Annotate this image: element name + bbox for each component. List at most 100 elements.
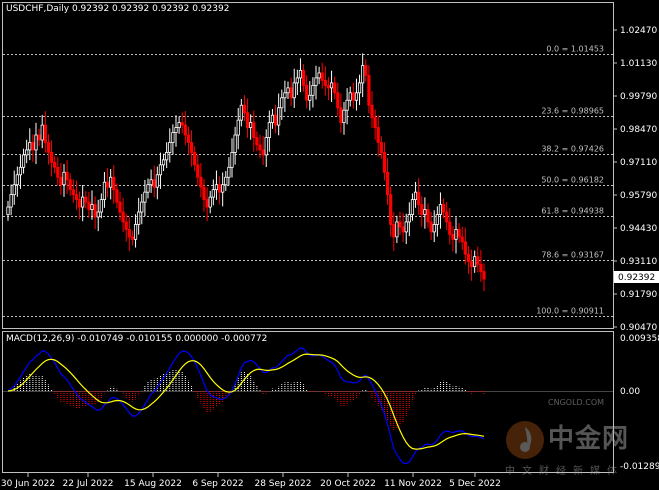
candle-body [6,206,10,215]
candle-body [438,204,443,215]
candle-body [432,224,436,233]
candle-body [404,221,408,233]
symbol-label: USDCHF,Daily [6,4,70,14]
candle-body [445,211,449,223]
candle-body [236,119,240,136]
candle-body [202,186,206,201]
candle-body [420,204,424,215]
candle-body [65,171,69,181]
fib-label: 78.6 = 0.93167 [541,251,604,260]
candle-body [127,229,131,238]
candle-body [12,184,16,196]
price-tick-label: 0.90470 [620,323,657,333]
candle-body [336,92,340,109]
candle-body [329,82,334,89]
candle-body [370,104,374,119]
candle-body [34,134,38,151]
candle-body [121,211,125,223]
candle-body [417,191,421,205]
candle-body [320,72,324,81]
candle-body [401,226,405,233]
candle-body [130,236,135,240]
candle-body [40,124,44,141]
fib-label: 61.8 = 0.94938 [541,207,604,216]
date-tick-label: 30 Jun 2022 [1,479,55,489]
macd-header: MACD(12,26,9) -0.010749 -0.010155 0.0000… [6,334,268,344]
candle-body [435,214,439,225]
candle-body [137,211,141,225]
candle-body [77,199,82,208]
candle-body [448,221,452,235]
candle-body [183,124,187,136]
fib-label: 100.0 = 0.90911 [536,307,604,316]
candle-body [31,142,35,151]
ohlc-values: 0.92392 0.92392 0.92392 0.92392 [71,4,230,14]
candle-body [233,134,237,153]
watermark-subtitle: 中文财经新媒体 [505,466,624,477]
candle-body [140,201,144,213]
candle-body [451,233,455,240]
candle-body [109,176,113,188]
price-tick-label: 0.95790 [620,191,657,201]
candle-body [245,112,250,128]
candle-body [143,191,147,203]
candle-body [90,204,94,210]
watermark-brand: 中金网 [548,424,630,454]
candle-body [339,107,343,124]
candle-body [323,80,327,86]
candle-body [199,176,203,188]
candle-body [74,194,79,201]
current-price-label: 0.92392 [618,273,655,283]
candle-body [208,196,212,208]
candle-body [25,149,29,156]
price-tick-label: 1.01130 [620,59,657,69]
candle-body [345,99,349,111]
price-tick-label: 1.02470 [620,26,657,36]
candle-body [62,171,66,186]
candle-body [205,199,209,208]
candle-body [295,77,299,84]
candle-body [18,166,23,176]
watermark-url: CNGOLD.COM [548,398,605,407]
macd-tick-label: 0.00 [620,387,640,397]
candle-body [87,201,91,210]
candle-body [93,204,97,218]
candle-body [21,154,26,168]
date-tick-label: 22 Jul 2022 [63,479,114,489]
candle-body [196,164,200,178]
candle-body [361,65,365,84]
candle-body [158,164,163,176]
candle-body [410,199,415,215]
candle-body [342,109,346,124]
fib-label: 0.0 = 1.01453 [546,45,604,54]
candle-body [252,122,256,138]
candle-body [351,92,355,101]
candle-body [289,87,293,99]
candle-body [454,229,458,240]
candle-body [37,134,41,141]
candle-body [99,199,103,213]
candle-body [249,122,253,128]
candle-body [326,84,331,89]
candle-body [333,82,337,94]
candle-body [171,132,175,143]
candle-body [479,263,483,273]
candle-body [314,77,318,86]
candle-body [301,70,306,86]
candle-body [373,117,377,128]
candle-body [357,82,362,94]
candle-body [115,189,119,203]
candle-body [177,122,181,128]
date-tick-label: 5 Dec 2022 [449,479,501,489]
candle-body [56,166,60,178]
price-tick-label: 0.94430 [620,224,657,234]
candle-body [105,181,110,188]
candle-body [261,149,265,156]
candle-body [460,236,464,243]
candle-body [292,82,296,99]
candle-body [214,184,219,191]
candle-body [112,176,116,191]
candle-body [224,176,228,186]
candle-body [423,209,427,215]
candle-body [283,92,287,99]
